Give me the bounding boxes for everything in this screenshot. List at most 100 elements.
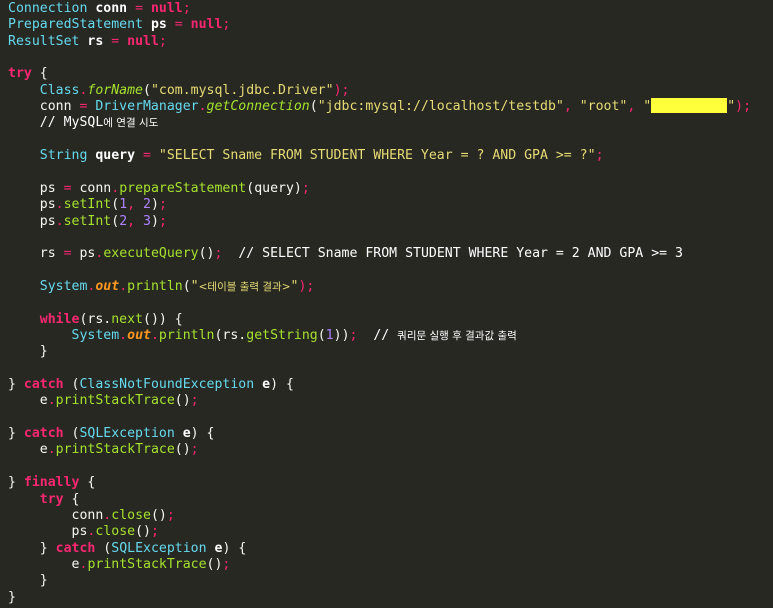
code-token: ps <box>150 17 167 33</box>
code-line[interactable]: ps.setInt(1, 2); <box>8 197 167 213</box>
code-line[interactable]: e.printStackTrace(); <box>8 393 199 409</box>
code-line[interactable]: conn = DriverManager.getConnection("jdbc… <box>8 97 751 115</box>
code-token: close <box>95 524 136 540</box>
code-token: null <box>190 17 223 33</box>
code-token: = <box>71 99 96 115</box>
code-token: prepareStatement <box>119 180 247 196</box>
code-token: PreparedStatement <box>8 17 143 33</box>
code-line[interactable]: // MySQL에 연결 시도 <box>8 115 159 131</box>
code-line[interactable]: Class.forName("com.mysql.jdbc.Driver"); <box>8 83 350 99</box>
code-line[interactable]: String query = "SELECT Sname FROM STUDEN… <box>8 148 604 164</box>
code-token: printStackTrace <box>55 442 175 458</box>
code-token: . <box>119 278 128 294</box>
code-token: . <box>198 99 207 115</box>
code-line[interactable]: } catch (ClassNotFoundException e) { <box>8 377 294 393</box>
code-token: () <box>135 524 151 540</box>
code-line[interactable]: Connection conn = null; <box>8 1 191 17</box>
redacted-password-block <box>651 97 728 113</box>
code-token: SQLException <box>111 540 207 556</box>
code-token: . <box>55 213 64 229</box>
code-token: (query) <box>246 180 302 196</box>
code-token: , <box>127 197 144 213</box>
code-editor[interactable]: Connection conn = null; PreparedStatement… <box>0 0 773 608</box>
code-token: ( <box>63 377 80 393</box>
code-line[interactable]: } catch (SQLException e) { <box>8 540 247 557</box>
code-line[interactable]: PreparedStatement ps = null; <box>8 17 230 33</box>
code-line[interactable]: ps.close(); <box>8 524 159 540</box>
code-token: ( <box>111 197 120 213</box>
code-token: query <box>95 148 136 164</box>
code-token: . <box>55 197 64 213</box>
code-line[interactable]: e.printStackTrace(); <box>8 556 231 573</box>
code-line[interactable]: System.out.println(rs.getString(1)); // … <box>8 328 517 344</box>
code-line[interactable]: ps = conn.prepareStatement(query); <box>8 181 310 197</box>
code-token: " <box>190 278 199 294</box>
code-token: ps <box>71 524 88 540</box>
code-token: ResultSet <box>8 33 80 49</box>
code-token: out <box>127 328 151 343</box>
code-token: println <box>158 328 215 343</box>
code-token: ( <box>95 540 112 556</box>
code-token: 2 <box>143 197 151 213</box>
code-token: System <box>71 328 120 343</box>
code-token: ) { <box>190 426 215 442</box>
code-token: { <box>63 491 80 507</box>
code-token: "SELECT Sname FROM STUDENT WHERE Year = … <box>158 148 596 164</box>
code-token: String <box>39 148 88 164</box>
code-line[interactable]: } catch (SQLException e) { <box>8 426 215 442</box>
code-token: () <box>150 507 167 523</box>
code-line[interactable]: e.printStackTrace(); <box>8 442 199 458</box>
code-token: // SELECT Sname FROM STUDENT WHERE Year … <box>222 246 683 262</box>
code-token: out <box>95 278 120 294</box>
code-token: try <box>39 491 64 507</box>
code-token: , <box>127 213 144 229</box>
code-line[interactable]: conn.close(); <box>8 508 175 524</box>
code-token: ( <box>63 426 80 442</box>
code-token: ) { <box>222 540 247 556</box>
code-token: (rs. <box>214 328 247 343</box>
code-line[interactable]: ResultSet rs = null; <box>8 34 167 50</box>
code-token: e <box>39 442 48 458</box>
code-token: ); <box>298 278 315 294</box>
code-line[interactable]: ps.setInt(2, 3); <box>8 214 167 230</box>
code-token: "jdbc:mysql://localhost/testdb" <box>317 99 564 115</box>
code-token: . <box>150 328 159 343</box>
code-token: ; <box>595 148 604 164</box>
code-line[interactable]: } finally { <box>8 475 95 491</box>
code-token: 1 <box>119 197 128 213</box>
code-token: = <box>103 33 128 49</box>
code-line[interactable]: System.out.println("<테이블 출력 결과>"); <box>8 278 315 295</box>
code-token: ( <box>317 328 326 343</box>
code-line[interactable]: } <box>8 573 48 589</box>
code-line[interactable]: } <box>8 590 16 606</box>
code-token: rs <box>39 246 56 262</box>
code-token: ; <box>190 393 199 409</box>
code-token: ( <box>309 99 318 115</box>
code-token: DriverManager <box>95 99 199 115</box>
code-line[interactable]: while(rs.next()) { <box>8 312 183 328</box>
code-token: () <box>174 393 191 409</box>
code-line[interactable]: try { <box>8 66 48 82</box>
code-line[interactable]: rs = ps.executeQuery(); // SELECT Sname … <box>8 246 683 262</box>
code-token: // <box>357 328 398 343</box>
code-token: ( <box>182 278 191 294</box>
code-line[interactable]: try { <box>8 491 80 508</box>
code-token: " <box>727 99 736 115</box>
code-line[interactable]: } <box>8 344 48 360</box>
code-token: setInt <box>63 197 112 213</box>
code-token: println <box>127 278 183 294</box>
code-token: catch <box>23 377 64 393</box>
code-token: = <box>55 246 80 262</box>
code-token: )) <box>333 328 350 343</box>
code-token: () <box>206 556 223 572</box>
code-token: () <box>198 246 215 262</box>
